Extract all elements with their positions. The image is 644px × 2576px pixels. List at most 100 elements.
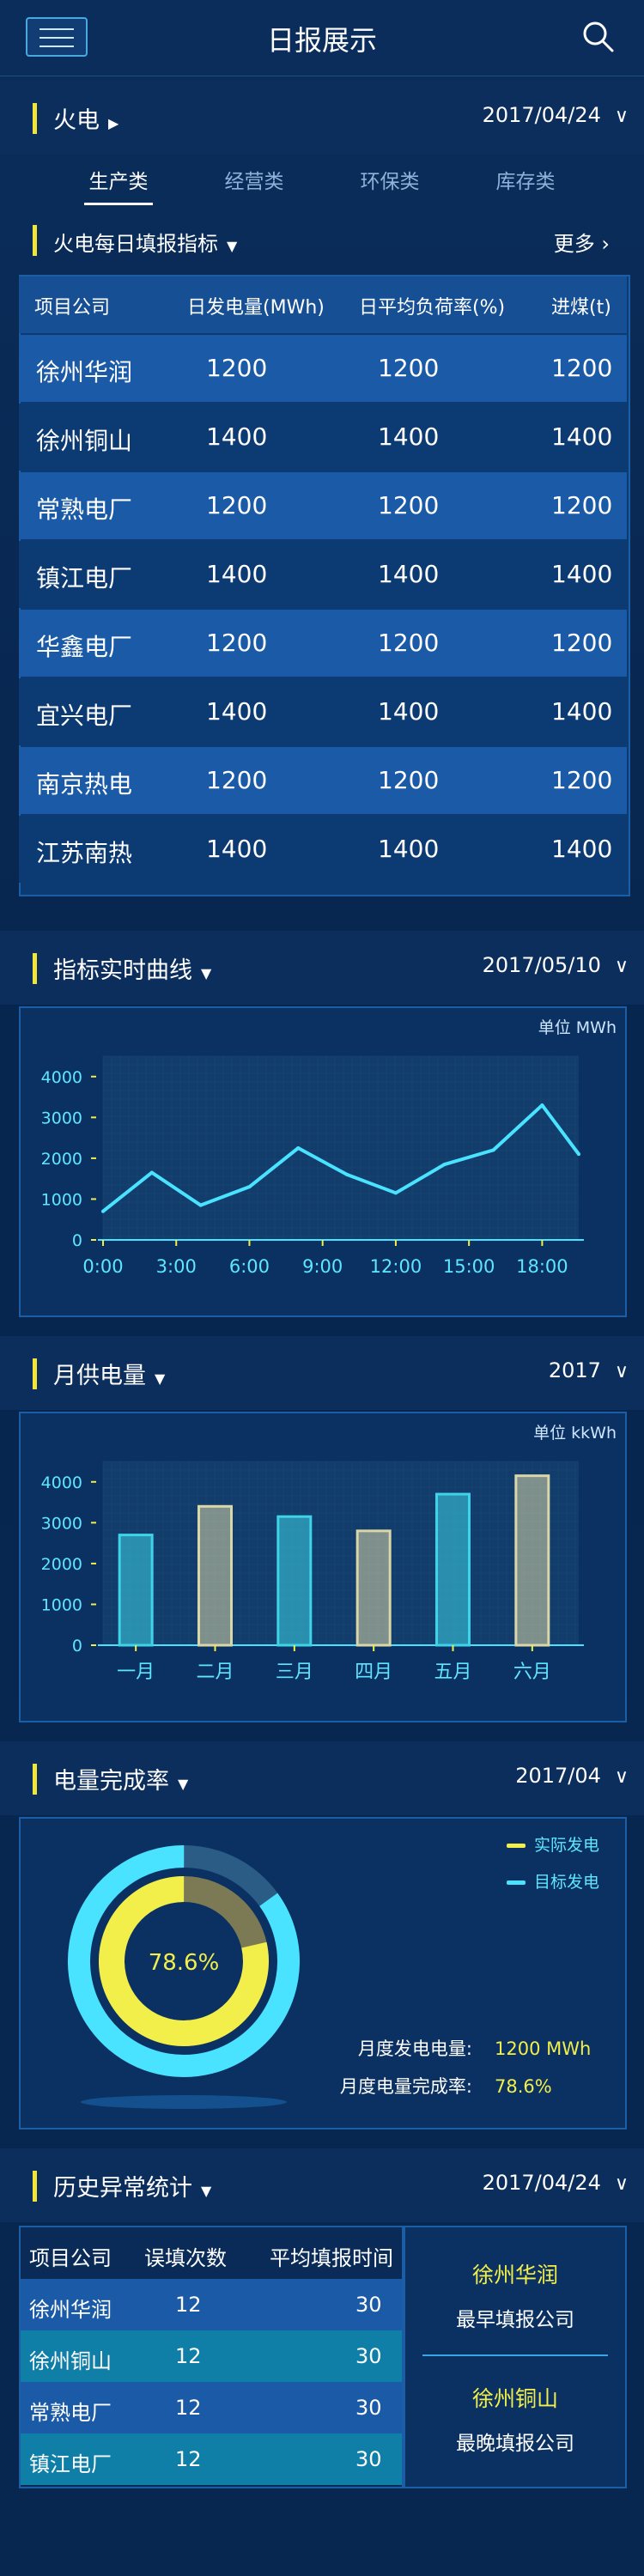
value-cell: 1400 xyxy=(551,697,613,726)
value-cell: 30 xyxy=(355,2447,382,2471)
table-row[interactable]: 徐州铜山 12 30 xyxy=(21,2330,402,2382)
value-cell: 1200 xyxy=(378,766,440,794)
legend-item-target: 目标发电 xyxy=(506,1869,599,1893)
x-tick-label: 二月 xyxy=(196,1662,234,1683)
section-title-monthly[interactable]: 月供电量 ▼ xyxy=(53,1357,165,1390)
company-cell: 镇江电厂 xyxy=(29,2452,112,2476)
x-tick-label: 18:00 xyxy=(516,1256,568,1277)
caret-down-icon: ▼ xyxy=(227,238,238,254)
column-header: 误填次数 xyxy=(144,2246,227,2270)
value-cell: 1200 xyxy=(206,629,268,657)
table-row[interactable]: 徐州华润 1200 1200 1200 xyxy=(19,335,627,402)
value-cell: 1400 xyxy=(206,697,268,726)
data-point xyxy=(149,1170,154,1175)
section-header-completion: 电量完成率 ▼ 2017/04 ∨ xyxy=(0,1741,644,1815)
company-cell: 镇江电厂 xyxy=(36,564,133,592)
data-point xyxy=(442,1163,447,1167)
table-row[interactable]: 宜兴电厂 1400 1400 1400 xyxy=(19,678,627,745)
y-tick-label: 2000 xyxy=(41,1555,82,1574)
tab-inventory[interactable]: 库存类 xyxy=(465,165,586,194)
table-row[interactable]: 徐州华润 12 30 xyxy=(21,2279,402,2330)
legend-swatch xyxy=(506,1844,526,1848)
value-cell: 1200 xyxy=(378,629,440,657)
section-header-thermal: 火电 ▶ 2017/04/24 ∨ xyxy=(0,81,644,155)
indicator-header: 火电每日填报指标 ▼ 更多 › xyxy=(0,211,644,268)
tab-production[interactable]: 生产类 xyxy=(58,165,179,194)
x-tick-label: 三月 xyxy=(276,1662,313,1683)
date-selector-history[interactable]: 2017/04/24 ∨ xyxy=(483,2171,629,2195)
tab-operations[interactable]: 经营类 xyxy=(194,165,314,194)
date-selector-thermal[interactable]: 2017/04/24 ∨ xyxy=(483,103,629,127)
value-cell: 1200 xyxy=(206,766,268,794)
tab-active-underline xyxy=(84,203,153,205)
line-chart: 0 1000 2000 3000 4000 0:00 3:00 6:00 9:00 12:00 15… xyxy=(41,1055,584,1277)
data-point xyxy=(577,1152,580,1157)
value-cell: 1200 xyxy=(206,491,268,519)
value-cell: 1200 xyxy=(551,354,613,382)
table-row[interactable]: 常熟电厂 12 30 xyxy=(21,2382,402,2433)
company-cell: 徐州铜山 xyxy=(36,427,133,455)
earliest-label: 最早填报公司 xyxy=(456,2309,574,2331)
value-cell: 1400 xyxy=(206,422,268,451)
x-tick-label: 9:00 xyxy=(302,1256,343,1277)
x-tick-label: 3:00 xyxy=(156,1256,197,1277)
date-selector-monthly[interactable]: 2017 ∨ xyxy=(549,1358,629,1382)
chevron-down-icon: ∨ xyxy=(614,1361,629,1382)
value-cell: 1200 xyxy=(378,491,440,519)
x-tick-label: 0:00 xyxy=(82,1256,123,1277)
x-tick-label: 一月 xyxy=(117,1662,155,1683)
value-cell: 1400 xyxy=(206,835,268,863)
company-cell: 常熟电厂 xyxy=(36,495,133,524)
chevron-down-icon: ∨ xyxy=(614,1766,629,1788)
table-row[interactable]: 镇江电厂 1400 1400 1400 xyxy=(19,541,627,608)
section-title-history[interactable]: 历史异常统计 ▼ xyxy=(53,2169,211,2202)
data-point xyxy=(345,1172,349,1176)
section-title-completion[interactable]: 电量完成率 ▼ xyxy=(53,1762,188,1795)
caret-down-icon: ▼ xyxy=(201,965,212,981)
completion-stats: 月度发电电量: 1200 MWh 月度电量完成率: 78.6% xyxy=(340,2035,606,2099)
table-row[interactable]: 南京热电 1200 1200 1200 xyxy=(19,747,627,814)
value-cell: 1400 xyxy=(551,422,613,451)
chevron-down-icon: ∨ xyxy=(614,106,629,127)
history-summary: 徐州华润 最早填报公司 徐州铜山 最晚填报公司 xyxy=(404,2226,627,2488)
bar xyxy=(514,1474,550,1647)
table-row[interactable]: 常熟电厂 1200 1200 1200 xyxy=(19,472,627,539)
donut-glow xyxy=(81,2095,287,2109)
column-header: 日发电量(MWh) xyxy=(187,297,325,319)
stat-row: 月度发电电量: 1200 MWh xyxy=(357,2038,592,2059)
y-tick-label: 4000 xyxy=(41,1473,82,1492)
divider xyxy=(422,2354,608,2356)
company-cell: 江苏南热 xyxy=(36,839,133,867)
value-cell: 1400 xyxy=(206,560,268,588)
column-header: 进煤(t) xyxy=(551,297,611,319)
legend: 实际发电 目标发电 xyxy=(506,1832,599,1893)
section-title-realtime[interactable]: 指标实时曲线 ▼ xyxy=(53,951,211,985)
latest-company: 徐州铜山 xyxy=(471,2386,558,2411)
tab-environment[interactable]: 环保类 xyxy=(330,165,450,194)
chevron-right-icon: › xyxy=(601,232,610,256)
more-link[interactable]: 更多 › xyxy=(554,227,610,257)
search-icon[interactable] xyxy=(580,19,615,53)
indicator-title[interactable]: 火电每日填报指标 ▼ xyxy=(53,227,237,257)
table-row[interactable]: 镇江电厂 12 30 xyxy=(21,2433,402,2485)
legend-item-actual: 实际发电 xyxy=(506,1832,599,1856)
value-cell: 1200 xyxy=(378,354,440,382)
table-row[interactable]: 徐州铜山 1400 1400 1400 xyxy=(19,404,627,471)
x-tick-label: 五月 xyxy=(434,1662,471,1683)
table-row[interactable]: 江苏南热 1400 1400 1400 xyxy=(19,816,627,883)
y-tick-label: 4000 xyxy=(41,1068,82,1087)
date-selector-completion[interactable]: 2017/04 ∨ xyxy=(515,1764,629,1788)
donut-center-label: 78.6% xyxy=(149,1950,220,1976)
donut-chart: 78.6% xyxy=(67,1845,300,2109)
x-tick-label: 6:00 xyxy=(229,1256,270,1277)
section-header-history: 历史异常统计 ▼ 2017/04/24 ∨ xyxy=(0,2148,644,2222)
table-row[interactable]: 华鑫电厂 1200 1200 1200 xyxy=(19,610,627,677)
company-cell: 常熟电厂 xyxy=(29,2401,112,2425)
earliest-company: 徐州华润 xyxy=(471,2263,558,2287)
chevron-down-icon: ∨ xyxy=(614,956,629,977)
data-point xyxy=(491,1148,495,1152)
date-selector-realtime[interactable]: 2017/05/10 ∨ xyxy=(483,953,629,977)
column-header: 项目公司 xyxy=(29,2246,112,2270)
data-point xyxy=(393,1191,398,1195)
section-title-thermal[interactable]: 火电 ▶ xyxy=(53,101,118,135)
